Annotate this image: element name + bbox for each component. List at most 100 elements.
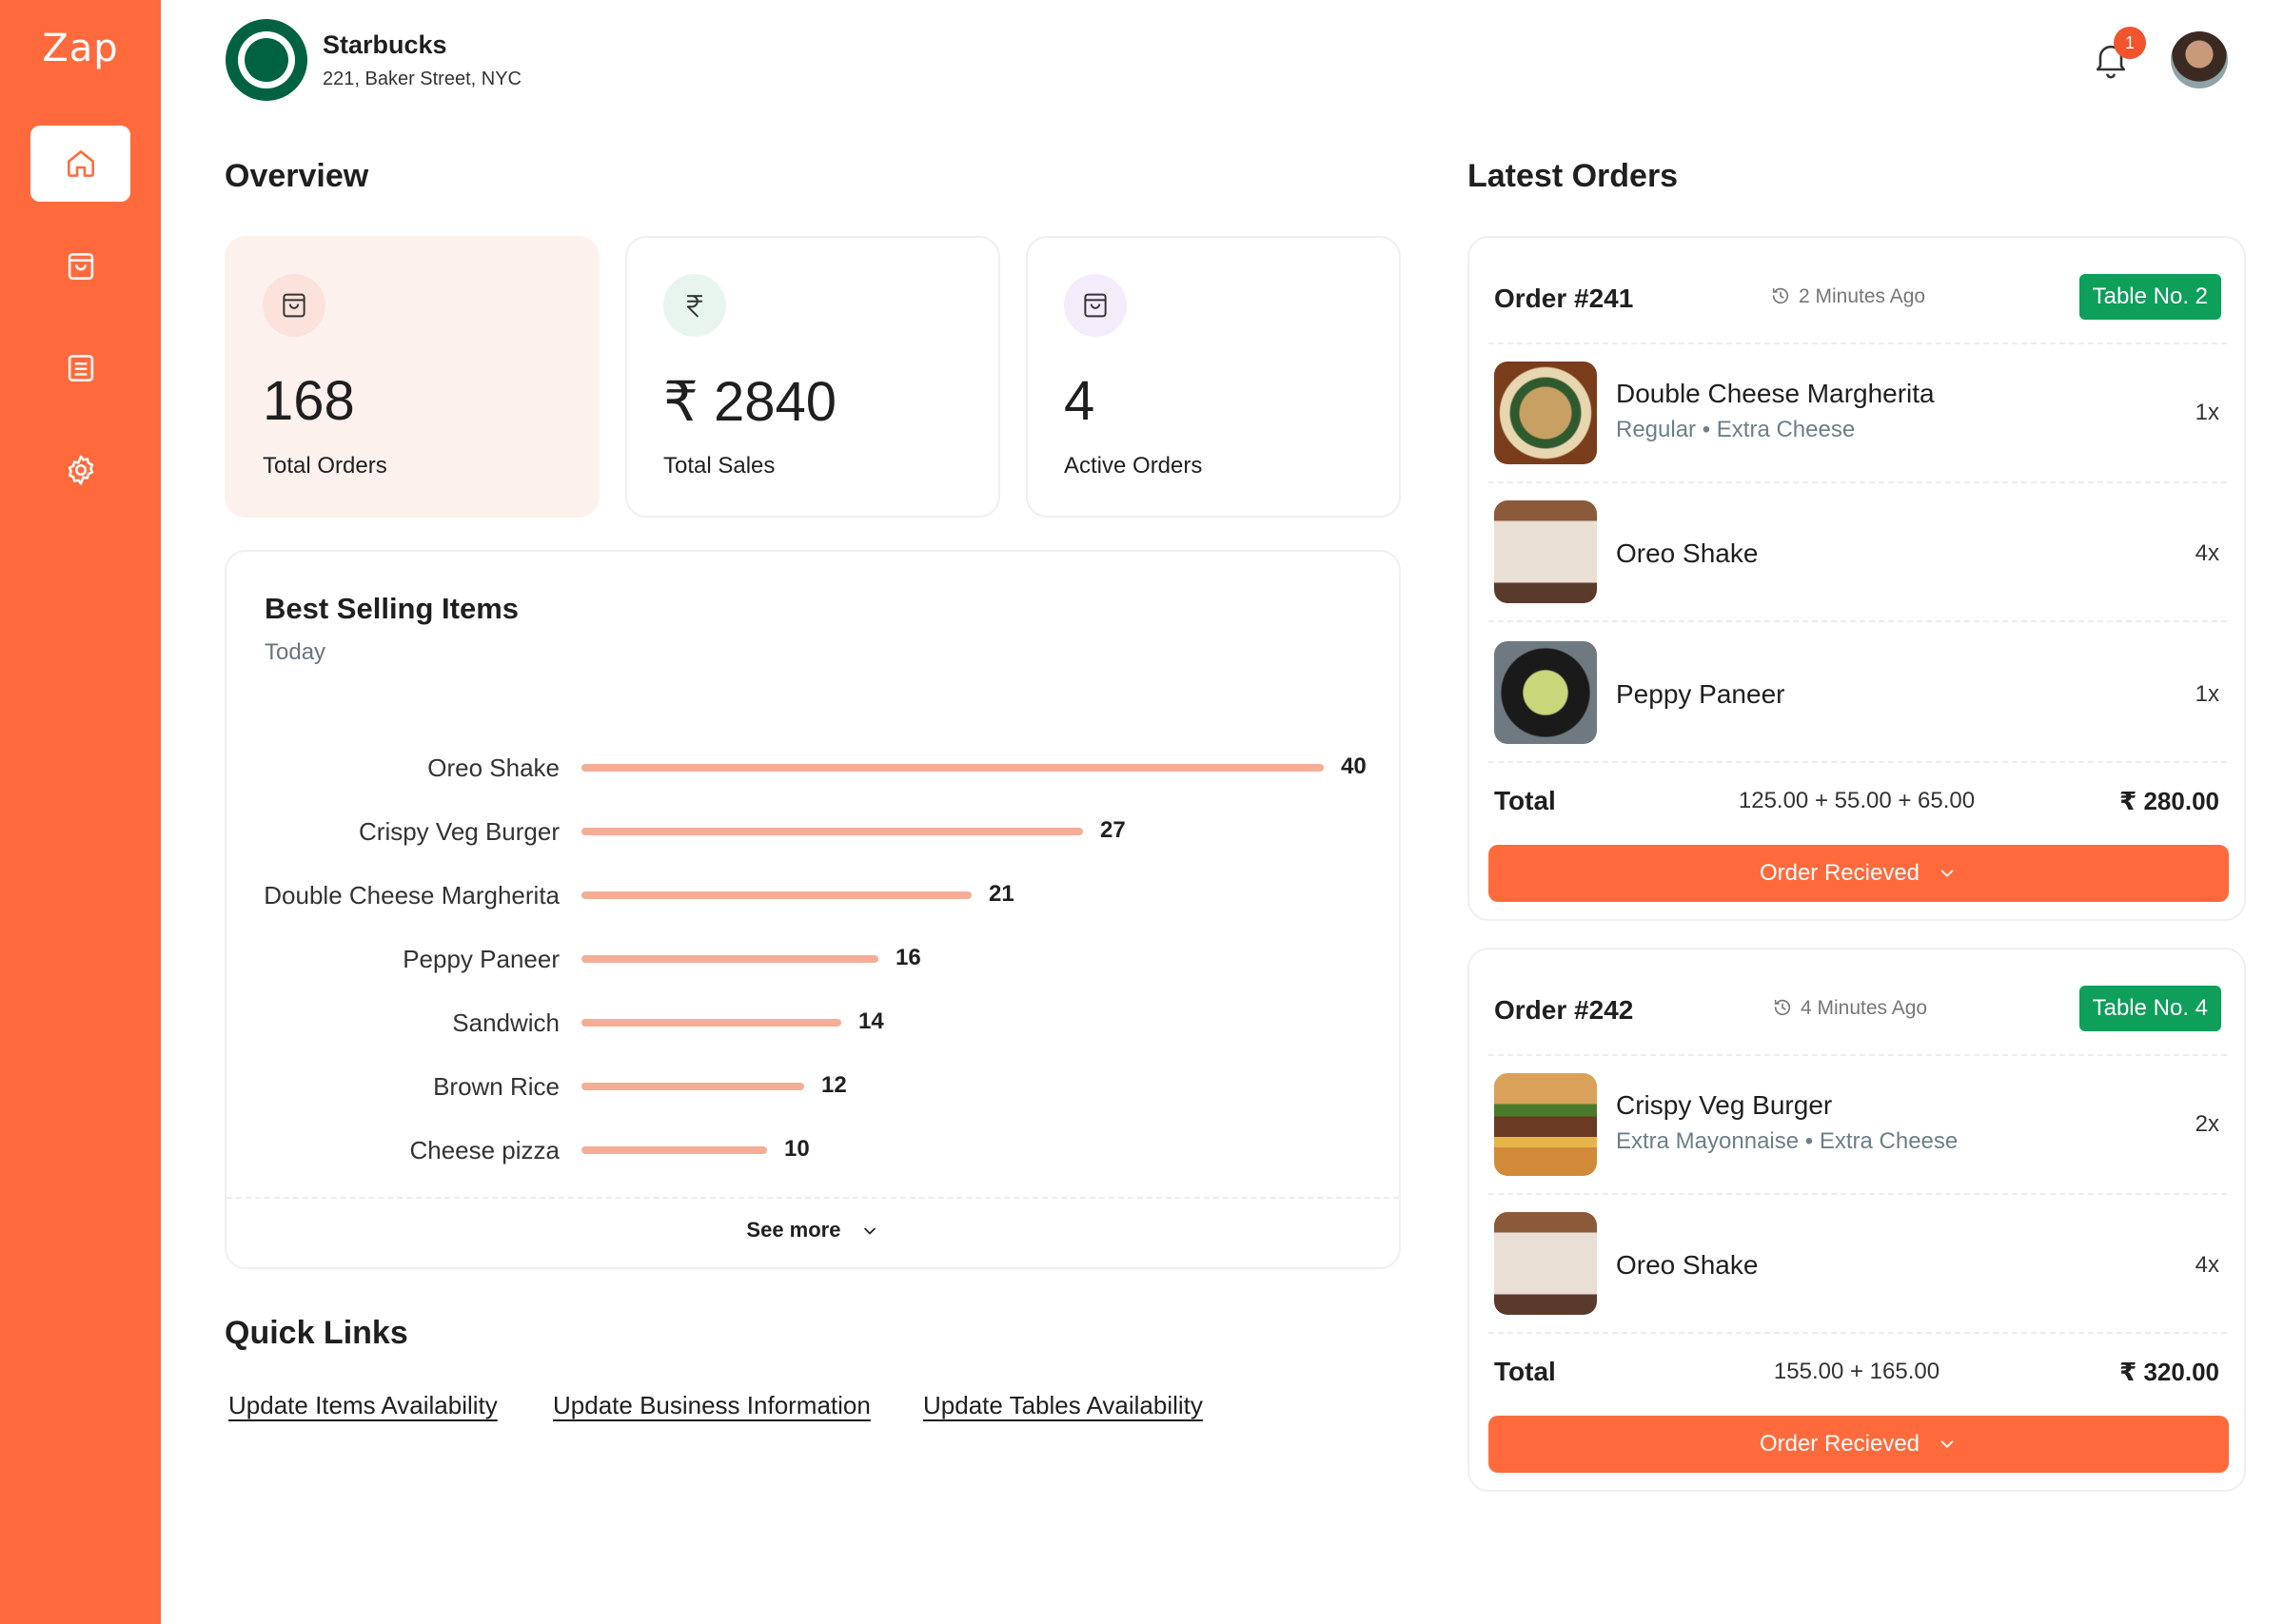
item-image-burger: [1494, 1073, 1597, 1176]
bar-value-label: 40: [1341, 753, 1367, 779]
order-time-label: 2 Minutes Ago: [1799, 285, 1926, 307]
user-avatar[interactable]: [2171, 31, 2228, 88]
divider: [1488, 761, 2227, 763]
chevron-down-icon: [1940, 1440, 1954, 1448]
item-image-shake: [1494, 1212, 1597, 1315]
item-image-pizza: [1494, 362, 1597, 464]
gear-icon: [68, 455, 93, 485]
app-logo[interactable]: Zap: [0, 27, 161, 70]
notification-badge: 1: [2114, 27, 2146, 59]
order-status-dropdown[interactable]: Order Recieved: [1488, 845, 2229, 902]
business-logo: [226, 19, 307, 101]
latest-orders-title: Latest Orders: [1467, 158, 1679, 194]
best-selling-title: Best Selling Items: [265, 592, 520, 625]
table-badge: Table No. 4: [2078, 986, 2221, 1031]
bar: [581, 1083, 804, 1090]
history-icon: [1772, 287, 1789, 304]
item-qty: 4x: [2195, 540, 2219, 566]
item-qty: 1x: [2195, 681, 2219, 707]
item-name: Oreo Shake: [1616, 538, 1759, 568]
business-address: 221, Baker Street, NYC: [323, 68, 522, 89]
stat-icon-wrap: [663, 274, 726, 337]
total-amount: ₹ 280.00: [2119, 787, 2219, 815]
order-time: 2 Minutes Ago: [1770, 285, 1925, 308]
stat-label: Active Orders: [1064, 453, 1203, 479]
history-icon: [1774, 999, 1791, 1016]
item-qty: 2x: [2195, 1111, 2219, 1137]
see-more-button[interactable]: See more: [226, 1218, 1399, 1242]
item-image-shake: [1494, 500, 1597, 603]
divider: [1488, 342, 2227, 344]
bar-label: Peppy Paneer: [403, 945, 560, 973]
list-icon: [68, 355, 93, 382]
bar: [581, 764, 1324, 772]
bar-value-label: 10: [784, 1136, 810, 1162]
sidebar-item-settings[interactable]: [30, 432, 130, 508]
order-time-label: 4 Minutes Ago: [1801, 997, 1928, 1019]
item-options: Extra Mayonnaise • Extra Cheese: [1616, 1128, 1959, 1154]
bar-value-label: 12: [821, 1072, 847, 1098]
rupee-icon: [686, 295, 703, 318]
bar-value-label: 27: [1100, 817, 1126, 843]
order-time: 4 Minutes Ago: [1772, 997, 1927, 1020]
chevron-down-icon: [863, 1227, 876, 1235]
bar-label: Sandwich: [452, 1008, 560, 1037]
bar: [581, 891, 972, 899]
stat-value: 4: [1064, 370, 1095, 432]
bar-label: Crispy Veg Burger: [359, 817, 560, 846]
bar-label: Oreo Shake: [427, 753, 560, 782]
total-amount: ₹ 320.00: [2119, 1358, 2219, 1386]
overview-title: Overview: [225, 158, 369, 194]
bar-row: Cheese pizza 10: [226, 1130, 1403, 1168]
home-icon: [67, 150, 94, 177]
item-options: Regular • Extra Cheese: [1616, 417, 1856, 442]
best-selling-subtitle: Today: [265, 639, 326, 665]
order-number: Order #241: [1494, 284, 1634, 313]
bar-label: Brown Rice: [433, 1072, 560, 1101]
stat-value: ₹ 2840: [663, 371, 837, 433]
divider: [1488, 1332, 2227, 1334]
divider: [226, 1197, 1399, 1199]
best-selling-card: Best Selling Items Today Oreo Shake 40 Cri…: [225, 550, 1401, 1269]
bar-value-label: 21: [989, 881, 1014, 907]
see-more-label: See more: [746, 1218, 841, 1242]
shopping-bag-icon: [283, 293, 305, 318]
bar: [581, 1146, 767, 1154]
bar-value-label: 16: [896, 945, 921, 970]
sidebar: Zap: [0, 0, 161, 1624]
order-card: Order #242 4 Minutes Ago Table No. 4 Cri…: [1467, 948, 2246, 1492]
table-badge: Table No. 2: [2078, 274, 2221, 320]
bar-row: Brown Rice 12: [226, 1066, 1403, 1105]
quick-links-title: Quick Links: [225, 1315, 408, 1351]
item-name: Oreo Shake: [1616, 1250, 1759, 1280]
link-update-tables-availability[interactable]: Update Tables Availability: [923, 1391, 1203, 1420]
stat-card-active-orders[interactable]: 4 Active Orders: [1026, 236, 1401, 518]
sidebar-item-menu[interactable]: [30, 330, 130, 406]
divider: [1488, 481, 2227, 483]
item-name: Double Cheese Margherita: [1616, 379, 1935, 408]
order-number: Order #242: [1494, 995, 1634, 1025]
bar: [581, 1019, 841, 1027]
stat-label: Total Orders: [263, 453, 387, 479]
sidebar-item-home[interactable]: [30, 126, 130, 202]
stat-icon-wrap: [1064, 274, 1127, 337]
stat-icon-wrap: [263, 274, 325, 337]
stat-label: Total Sales: [663, 453, 776, 479]
stat-value: 168: [263, 370, 355, 432]
bar-label: Cheese pizza: [409, 1136, 560, 1164]
bar: [581, 828, 1083, 835]
bar-row: Crispy Veg Burger 27: [226, 812, 1403, 850]
order-status-dropdown[interactable]: Order Recieved: [1488, 1416, 2229, 1473]
sidebar-item-orders[interactable]: [30, 228, 130, 304]
chevron-down-icon: [1940, 870, 1954, 877]
link-update-business-information[interactable]: Update Business Information: [553, 1391, 871, 1420]
bar-row: Peppy Paneer 16: [226, 939, 1403, 977]
business-name: Starbucks: [323, 30, 447, 59]
link-update-items-availability[interactable]: Update Items Availability: [228, 1391, 498, 1420]
stat-card-total-sales[interactable]: ₹ 2840 Total Sales: [625, 236, 1000, 518]
bar-value-label: 14: [858, 1008, 884, 1034]
order-card: Order #241 2 Minutes Ago Table No. 2 Dou…: [1467, 236, 2246, 921]
bar-label: Double Cheese Margherita: [264, 881, 560, 910]
item-name: Crispy Veg Burger: [1616, 1090, 1833, 1120]
stat-card-total-orders[interactable]: 168 Total Orders: [225, 236, 600, 518]
